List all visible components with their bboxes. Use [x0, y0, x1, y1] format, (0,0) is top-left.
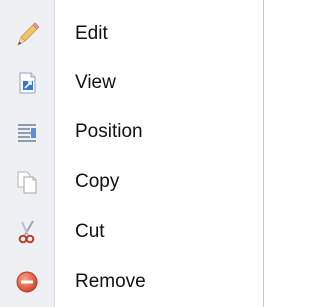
menu-item-label: Cut	[75, 220, 105, 242]
copy-pages-icon	[17, 171, 37, 193]
menu-item-remove[interactable]: Remove	[0, 256, 263, 307]
menu-item-view[interactable]: View	[0, 57, 263, 108]
menu-item-label: Edit	[75, 22, 108, 44]
menu-item-label: Copy	[75, 170, 120, 192]
remove-icon	[16, 271, 38, 292]
scissors-icon	[18, 220, 35, 243]
context-menu: Edit View Position Copy Cut Remove	[0, 0, 264, 307]
position-lines-icon	[18, 123, 36, 142]
menu-item-label: View	[75, 71, 116, 93]
menu-item-position[interactable]: Position	[0, 106, 263, 157]
menu-item-label: Remove	[75, 270, 146, 292]
menu-item-copy[interactable]: Copy	[0, 156, 263, 207]
view-document-icon	[19, 72, 36, 93]
menu-item-edit[interactable]: Edit	[0, 8, 263, 59]
pencil-icon	[17, 22, 40, 46]
menu-item-cut[interactable]: Cut	[0, 206, 263, 257]
menu-item-label: Position	[75, 120, 143, 142]
